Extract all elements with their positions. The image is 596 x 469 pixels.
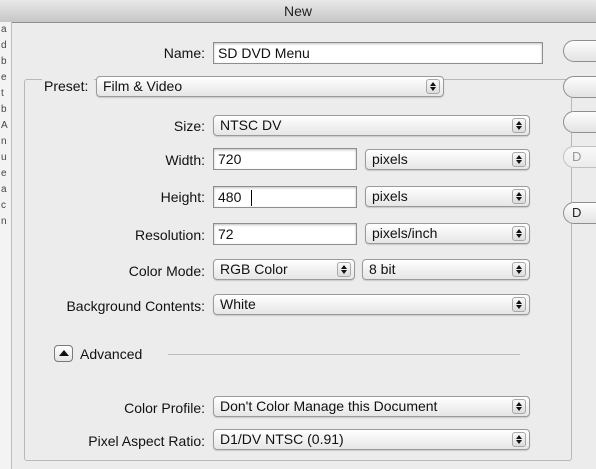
height-unit-value: pixels <box>372 188 408 204</box>
color-mode-select[interactable]: RGB Color <box>213 259 355 280</box>
chevron-updown-icon <box>512 118 526 133</box>
color-profile-select[interactable]: Don't Color Manage this Document <box>213 396 530 417</box>
pixel-aspect-ratio-label: Pixel Aspect Ratio: <box>88 433 205 449</box>
color-profile-value: Don't Color Manage this Document <box>220 398 438 414</box>
device-central-label: D <box>572 205 582 220</box>
resolution-label: Resolution: <box>134 227 205 243</box>
color-profile-label: Color Profile: <box>124 400 205 416</box>
background-window-strip: a d b e t b A n u e a c n <box>0 22 12 469</box>
save-preset-button[interactable] <box>563 111 596 133</box>
ok-button[interactable] <box>563 40 596 62</box>
chevron-updown-icon <box>512 399 526 414</box>
name-field[interactable]: SD DVD Menu <box>213 42 543 64</box>
left-strip-char: A <box>1 120 8 131</box>
size-select[interactable]: NTSC DV <box>213 115 530 136</box>
bit-depth-value: 8 bit <box>369 261 396 277</box>
chevron-updown-icon <box>426 79 440 94</box>
left-strip-char: n <box>1 136 7 147</box>
chevron-updown-icon <box>512 297 526 312</box>
delete-preset-button[interactable]: D <box>563 146 596 168</box>
height-label: Height: <box>160 189 205 205</box>
left-strip-char: e <box>1 168 7 179</box>
width-unit-value: pixels <box>372 151 408 167</box>
delete-preset-label: D <box>572 149 582 164</box>
left-strip-char: e <box>1 72 7 83</box>
left-strip-char: b <box>1 56 7 67</box>
left-strip-char: a <box>1 24 7 35</box>
left-strip-char: a <box>1 184 7 195</box>
text-caret <box>251 190 252 206</box>
preset-label: Preset: <box>42 78 94 94</box>
background-contents-label: Background Contents: <box>66 298 205 314</box>
width-field[interactable]: 720 <box>213 148 357 170</box>
width-label: Width: <box>165 152 205 168</box>
color-mode-label: Color Mode: <box>128 263 205 279</box>
pixel-aspect-ratio-select[interactable]: D1/DV NTSC (0.91) <box>213 429 530 450</box>
bit-depth-select[interactable]: 8 bit <box>362 259 530 280</box>
color-mode-value: RGB Color <box>220 261 288 277</box>
advanced-divider <box>168 354 520 355</box>
resolution-field[interactable]: 72 <box>213 223 357 245</box>
chevron-updown-icon <box>512 262 526 277</box>
advanced-label: Advanced <box>80 346 143 362</box>
height-field[interactable]: 480 <box>213 186 357 208</box>
left-strip-char: u <box>1 152 7 163</box>
pixel-aspect-ratio-value: D1/DV NTSC (0.91) <box>220 431 344 447</box>
advanced-disclosure-button[interactable] <box>54 345 73 362</box>
size-value: NTSC DV <box>220 117 282 133</box>
new-document-dialog: New a d b e t b A n u e a c n Name: SD D… <box>0 0 596 469</box>
left-strip-char: t <box>1 88 4 99</box>
resolution-unit-select[interactable]: pixels/inch <box>365 223 530 244</box>
chevron-updown-icon <box>512 189 526 204</box>
left-strip-char: d <box>1 40 7 51</box>
preset-value: Film & Video <box>103 78 183 94</box>
resolution-unit-value: pixels/inch <box>372 225 438 241</box>
device-central-button[interactable]: D <box>563 202 596 224</box>
left-strip-char: b <box>1 104 7 115</box>
preset-select[interactable]: Film & Video <box>96 76 444 97</box>
chevron-updown-icon <box>337 262 351 277</box>
background-contents-select[interactable]: White <box>213 294 530 315</box>
left-strip-char: c <box>1 200 6 211</box>
height-unit-select[interactable]: pixels <box>365 186 530 207</box>
width-unit-select[interactable]: pixels <box>365 149 530 170</box>
chevron-updown-icon <box>512 226 526 241</box>
chevron-updown-icon <box>512 432 526 447</box>
left-strip-char: n <box>1 216 7 227</box>
name-label: Name: <box>163 45 205 61</box>
chevron-updown-icon <box>512 152 526 167</box>
background-contents-value: White <box>220 296 256 312</box>
size-label: Size: <box>173 118 205 134</box>
window-title: New <box>0 0 596 23</box>
cancel-button[interactable] <box>563 76 596 98</box>
